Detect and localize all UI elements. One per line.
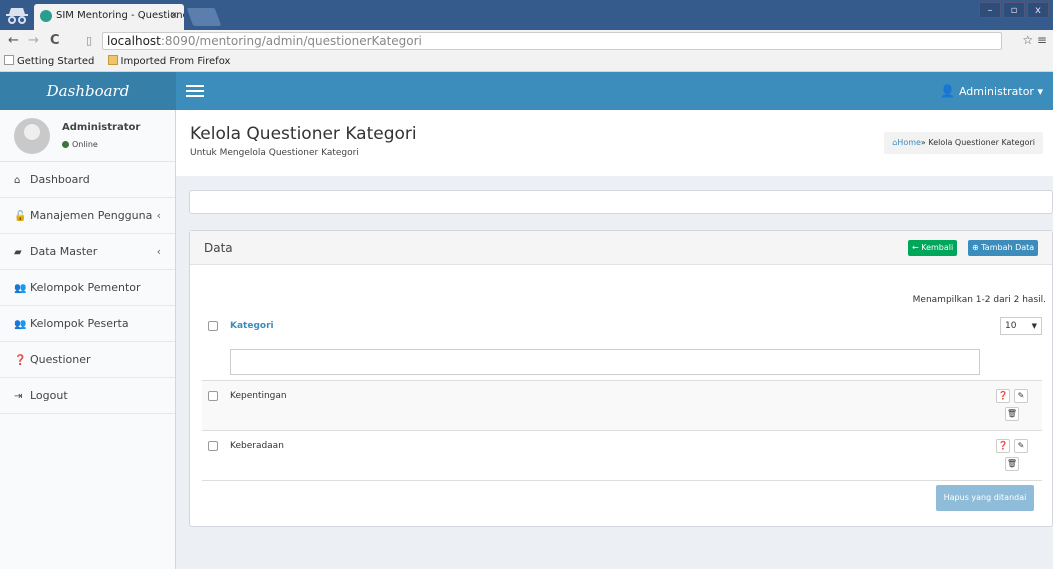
maximize-button[interactable]: ▫	[1003, 2, 1025, 18]
sidebar: Administrator Online ⌂ Dashboard 🔓 Manajeme…	[0, 110, 176, 569]
chevron-left-icon: ‹	[156, 209, 161, 222]
address-toolbar: ← → C ▯ localhost:8090/mentoring/admin/q…	[0, 30, 1053, 52]
result-summary: Menampilkan 1-2 dari 2 hasil.	[912, 295, 1046, 305]
user-panel: Administrator Online	[0, 110, 175, 162]
sidebar-item-dashboard[interactable]: ⌂ Dashboard	[0, 162, 175, 198]
sidebar-item-label: Data Master	[30, 245, 98, 258]
url-input[interactable]: localhost:8090/mentoring/admin/questione…	[102, 32, 1002, 50]
row-kategori: Keberadaan	[230, 441, 284, 451]
url-host: localhost	[107, 34, 161, 48]
sidebar-item-label: Kelompok Peserta	[30, 317, 129, 330]
content-wrapper: Kelola Questioner Kategori Untuk Mengelo…	[176, 110, 1053, 569]
sidebar-item-kelompok-peserta[interactable]: 👥 Kelompok Peserta	[0, 306, 175, 342]
sidebar-item-questioner[interactable]: ❓ Questioner	[0, 342, 175, 378]
back-arrow-icon[interactable]: ←	[8, 32, 19, 50]
forward-arrow-icon[interactable]: →	[28, 32, 39, 50]
data-box: Data ← Kembali ⊕ Tambah Data Menampilkan…	[189, 230, 1053, 527]
breadcrumb: ⌂Home» Kelola Questioner Kategori	[884, 132, 1043, 154]
page-title: Kelola Questioner Kategori	[190, 124, 417, 144]
sidebar-user-name: Administrator	[62, 122, 141, 133]
delete-icon[interactable]: 🗑	[1005, 457, 1019, 471]
chevron-left-icon: ‹	[156, 245, 161, 258]
user-menu-label: Administrator	[958, 85, 1034, 98]
add-data-button[interactable]: ⊕ Tambah Data	[968, 240, 1039, 256]
book-icon: ▰	[14, 247, 22, 258]
edit-icon[interactable]: ✎	[1014, 389, 1028, 403]
sidebar-item-label: Logout	[30, 389, 68, 402]
sidebar-menu: ⌂ Dashboard 🔓 Manajemen Pengguna ‹ ▰ Data Mast…	[0, 162, 175, 414]
reload-icon[interactable]: C	[50, 32, 60, 50]
delete-icon[interactable]: 🗑	[1005, 407, 1019, 421]
close-window-button[interactable]: x	[1027, 2, 1049, 18]
page-icon	[4, 55, 14, 65]
sidebar-item-manajemen-pengguna[interactable]: 🔓 Manajemen Pengguna ‹	[0, 198, 175, 234]
browser-tabbar: SIM Mentoring - Questioner × – ▫ x	[0, 0, 1053, 30]
chevron-down-icon: ▼	[1031, 322, 1037, 330]
app-logo[interactable]: Dashboard	[0, 72, 176, 110]
page-subtitle: Untuk Mengelola Questioner Kategori	[190, 148, 359, 158]
users-icon: 👥	[14, 319, 27, 330]
bookmark-label: Imported From Firefox	[120, 56, 231, 67]
sidebar-item-label: Kelompok Pementor	[30, 281, 141, 294]
window-controls: – ▫ x	[979, 2, 1049, 18]
bookmarks-bar: Getting Started Imported From Firefox	[0, 52, 1053, 72]
back-button[interactable]: ← Kembali	[908, 240, 958, 256]
sidebar-item-label: Manajemen Pengguna	[30, 209, 153, 222]
url-path: :8090/mentoring/admin/questionerKategori	[160, 34, 422, 48]
app-header: Dashboard 👤 Administrator ▾	[0, 72, 1053, 110]
row-checkbox[interactable]	[208, 391, 218, 401]
question-circle-icon: ❓	[14, 355, 27, 366]
sidebar-item-label: Dashboard	[30, 173, 90, 186]
table-row: Keberadaan ❓ ✎ 🗑	[202, 431, 1042, 481]
edit-icon[interactable]: ✎	[1014, 439, 1028, 453]
table-row: Kepentingan ❓ ✎ 🗑	[202, 381, 1042, 431]
lock-icon: 🔓	[14, 211, 27, 222]
tab-title: SIM Mentoring - Questioner	[56, 10, 184, 21]
row-checkbox[interactable]	[208, 441, 218, 451]
status-label: Online	[72, 140, 98, 149]
site-favicon-icon	[40, 10, 52, 22]
incognito-icon	[6, 8, 28, 24]
user-icon: 👤	[940, 84, 955, 98]
new-tab-button[interactable]	[186, 8, 222, 26]
sidebar-item-logout[interactable]: ⇥ Logout	[0, 378, 175, 414]
sidebar-item-label: Questioner	[30, 353, 91, 366]
page-icon: ▯	[86, 34, 93, 47]
browser-tab[interactable]: SIM Mentoring - Questioner ×	[34, 4, 184, 30]
sidebar-item-data-master[interactable]: ▰ Data Master ‹	[0, 234, 175, 270]
page-size-value: 10	[1005, 321, 1017, 331]
view-icon[interactable]: ❓	[996, 389, 1010, 403]
grid-header-row: Kategori 10 ▼	[202, 317, 1042, 339]
user-menu[interactable]: 👤 Administrator ▾	[940, 72, 1043, 111]
sign-out-icon: ⇥	[14, 391, 23, 402]
page-size-select[interactable]: 10 ▼	[1000, 317, 1042, 335]
folder-icon	[107, 55, 118, 65]
breadcrumb-home-link[interactable]: ⌂Home	[892, 138, 921, 147]
bookmark-getting-started[interactable]: Getting Started	[4, 52, 94, 71]
breadcrumb-current: » Kelola Questioner Kategori	[920, 138, 1035, 147]
empty-panel	[189, 190, 1053, 214]
hamburger-menu-icon[interactable]	[186, 82, 204, 100]
status-dot-icon	[62, 141, 69, 148]
content-header: Kelola Questioner Kategori Untuk Mengelo…	[176, 110, 1053, 176]
star-icon[interactable]: ☆ ≡	[1022, 33, 1047, 47]
row-kategori: Kepentingan	[230, 391, 287, 401]
box-title: Data	[204, 241, 233, 255]
avatar	[14, 118, 50, 154]
kategori-filter-input[interactable]	[230, 349, 980, 375]
breadcrumb-home-label: Home	[897, 138, 921, 147]
bookmark-imported[interactable]: Imported From Firefox	[107, 52, 231, 71]
delete-selected-button[interactable]: Hapus yang ditandai	[936, 485, 1034, 511]
select-all-checkbox[interactable]	[208, 321, 218, 331]
tab-close-icon[interactable]: ×	[170, 4, 178, 28]
bookmark-label: Getting Started	[17, 56, 95, 67]
view-icon[interactable]: ❓	[996, 439, 1010, 453]
users-icon: 👥	[14, 283, 27, 294]
column-header-kategori[interactable]: Kategori	[230, 321, 274, 331]
online-status: Online	[62, 140, 98, 149]
home-icon: ⌂	[14, 175, 21, 186]
box-header: Data ← Kembali ⊕ Tambah Data	[190, 231, 1052, 265]
minimize-button[interactable]: –	[979, 2, 1001, 18]
sidebar-item-kelompok-pementor[interactable]: 👥 Kelompok Pementor	[0, 270, 175, 306]
